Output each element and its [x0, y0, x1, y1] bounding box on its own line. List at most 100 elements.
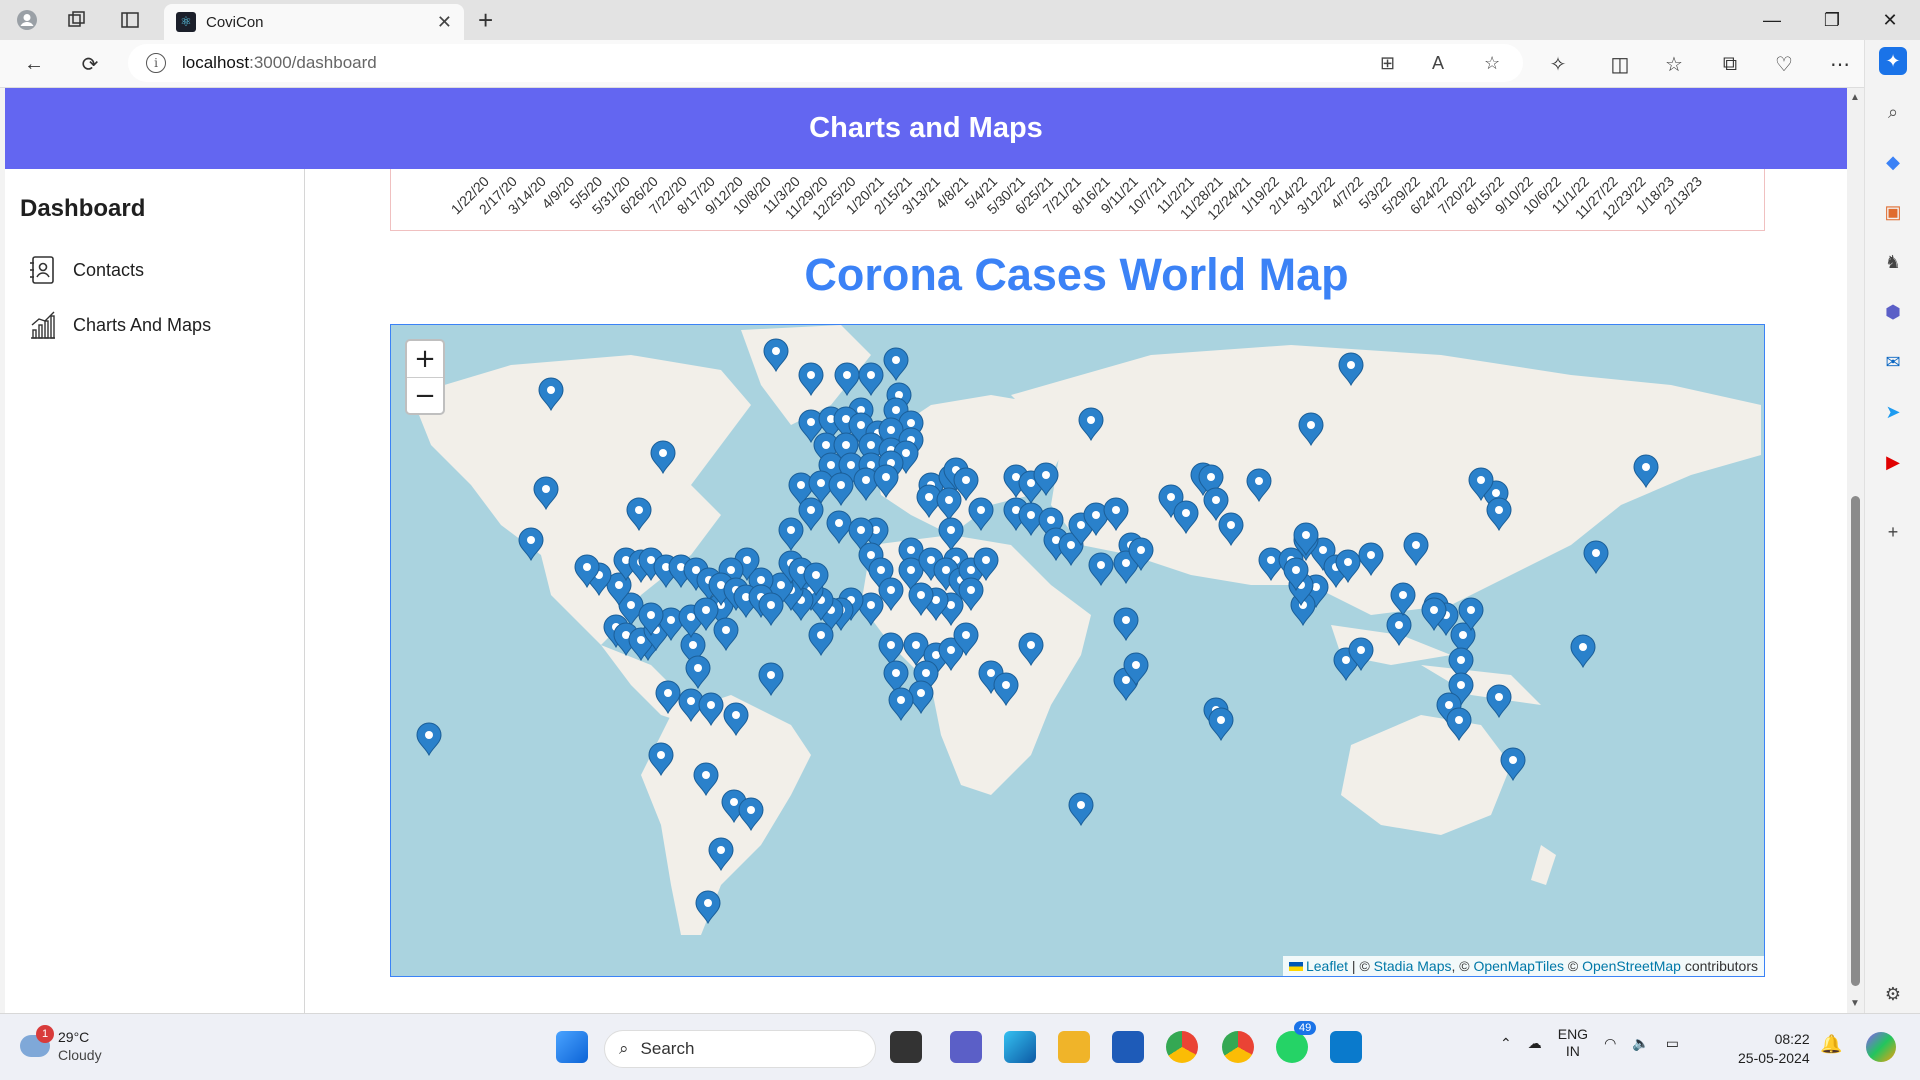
- scrollbar-thumb[interactable]: [1851, 496, 1860, 986]
- browser-toolbar: ← ⟳ i localhost:3000/dashboard ⊞ A ☆ ✧ ◫…: [0, 40, 1920, 88]
- back-icon[interactable]: ←: [20, 50, 48, 78]
- scroll-up-icon[interactable]: ▲: [1850, 92, 1860, 103]
- task-view-icon[interactable]: [890, 1031, 922, 1063]
- shopping-icon[interactable]: ◆: [1879, 148, 1907, 176]
- url-text: localhost:3000/dashboard: [182, 53, 377, 72]
- collections-icon[interactable]: ⧉: [1716, 50, 1744, 78]
- openmaptiles-link[interactable]: OpenMapTiles: [1473, 958, 1564, 974]
- microsoft-365-icon[interactable]: ⬢: [1879, 298, 1907, 326]
- onedrive-icon[interactable]: ☁: [1528, 1035, 1542, 1052]
- search-icon[interactable]: ⌕: [1879, 98, 1907, 126]
- new-tab-button[interactable]: +: [478, 6, 493, 34]
- stadia-link[interactable]: Stadia Maps: [1374, 958, 1452, 974]
- clock-date: 25-05-2024: [1738, 1050, 1810, 1066]
- clock-time: 08:22: [1774, 1031, 1810, 1047]
- vscode-icon[interactable]: [1330, 1031, 1362, 1063]
- weather-temp: 29°C: [58, 1029, 90, 1045]
- wifi-icon[interactable]: ◠: [1604, 1035, 1616, 1052]
- chrome-icon[interactable]: [1166, 1031, 1198, 1063]
- read-aloud-icon[interactable]: A: [1432, 53, 1444, 74]
- chart-icon: [31, 311, 55, 339]
- workspaces-icon[interactable]: [64, 7, 90, 33]
- extensions-icon[interactable]: ✧: [1544, 50, 1572, 78]
- map-attribution: Leaflet | © Stadia Maps, © OpenMapTiles …: [1282, 956, 1764, 976]
- map-title: Corona Cases World Map: [804, 249, 1349, 300]
- address-bar[interactable]: i localhost:3000/dashboard ⊞ A ☆: [128, 44, 1523, 82]
- close-icon[interactable]: ✕: [437, 12, 452, 33]
- tab-covicon[interactable]: ⚛ CoviCon ✕: [164, 4, 464, 40]
- profile-icon[interactable]: [14, 7, 40, 33]
- favorites-icon[interactable]: ☆: [1660, 50, 1688, 78]
- app-header: Charts and Maps: [5, 88, 1847, 169]
- windows-start-icon[interactable]: [556, 1031, 588, 1063]
- sidebar-title: Dashboard: [20, 195, 146, 222]
- favorite-star-icon[interactable]: ☆: [1484, 53, 1500, 74]
- microsoft-store-icon[interactable]: [1112, 1031, 1144, 1063]
- map-tiles: [391, 325, 1764, 976]
- system-tray: ⌃ ☁ ENG IN ◠ 🔈 ▭: [1500, 1026, 1679, 1060]
- windows-taskbar: 1 29°C Cloudy ⌕ Search 49 ⌃ ☁ ENG IN ◠ 🔈 ▭…: [0, 1013, 1920, 1080]
- notification-bell-icon[interactable]: 🔔: [1820, 1034, 1844, 1058]
- youtube-icon[interactable]: ▶: [1879, 448, 1907, 476]
- zoom-out-button[interactable]: −: [407, 377, 443, 413]
- tab-title: CoviCon: [206, 13, 264, 31]
- settings-gear-icon[interactable]: ⚙: [1879, 980, 1907, 1008]
- clock[interactable]: 08:22 25-05-2024: [1738, 1030, 1810, 1068]
- react-icon: ⚛: [176, 12, 196, 32]
- notification-badge: 1: [36, 1025, 54, 1043]
- more-icon[interactable]: ⋯: [1826, 50, 1854, 78]
- openstreetmap-link[interactable]: OpenStreetMap: [1582, 958, 1681, 974]
- browser-tab-strip: ⚛ CoviCon ✕ + — ❐ ✕: [0, 0, 1920, 40]
- refresh-icon[interactable]: ⟳: [76, 50, 104, 78]
- telegram-icon[interactable]: ➤: [1879, 398, 1907, 426]
- world-map[interactable]: + − Leaflet | © Stadia Maps, © OpenMapTi…: [390, 324, 1765, 977]
- volume-icon[interactable]: 🔈: [1632, 1035, 1649, 1052]
- edge-sidebar: ✦ ⌕ ◆ ▣ ♞ ⬢ ✉ ➤ ▶ + ⚙: [1864, 40, 1920, 1013]
- add-icon[interactable]: +: [1879, 518, 1907, 546]
- contacts-icon: [30, 256, 54, 284]
- weather-widget[interactable]: 1 29°C Cloudy: [20, 1025, 102, 1064]
- search-placeholder: Search: [640, 1039, 695, 1058]
- window-close-icon[interactable]: ✕: [1862, 4, 1918, 36]
- leaflet-link[interactable]: Leaflet: [1306, 958, 1348, 974]
- split-screen-icon[interactable]: ◫: [1606, 50, 1634, 78]
- tools-icon[interactable]: ▣: [1879, 198, 1907, 226]
- zoom-control: + −: [405, 339, 445, 415]
- taskbar-search[interactable]: ⌕ Search: [604, 1030, 876, 1068]
- sidebar-item-label: Contacts: [73, 259, 145, 280]
- sidebar: Dashboard Contacts Charts And Maps: [5, 169, 305, 1013]
- search-icon: ⌕: [619, 1039, 629, 1058]
- games-icon[interactable]: ♞: [1879, 248, 1907, 276]
- scroll-down-icon[interactable]: ▼: [1850, 998, 1860, 1009]
- weather-desc: Cloudy: [58, 1047, 102, 1063]
- teams-icon[interactable]: [950, 1031, 982, 1063]
- chrome-profile-icon[interactable]: [1222, 1031, 1254, 1063]
- language-indicator[interactable]: ENG IN: [1558, 1026, 1588, 1060]
- chevron-up-icon[interactable]: ⌃: [1500, 1035, 1512, 1052]
- sidebar-item-charts-and-maps[interactable]: Charts And Maps: [29, 310, 211, 340]
- cloud-icon: 1: [20, 1025, 54, 1057]
- cases-chart-xaxis: 1/22/20 2/17/20 3/14/20 4/9/20 5/5/20 5/31/20…: [390, 169, 1765, 231]
- battery-icon[interactable]: ▭: [1666, 1035, 1679, 1052]
- page-title: Charts and Maps: [809, 112, 1043, 144]
- copilot-taskbar-icon[interactable]: [1866, 1032, 1896, 1062]
- file-explorer-icon[interactable]: [1058, 1031, 1090, 1063]
- sidebar-item-label: Charts And Maps: [73, 314, 212, 335]
- whatsapp-badge: 49: [1294, 1021, 1317, 1035]
- copilot-icon[interactable]: ✦: [1879, 47, 1907, 75]
- zoom-in-button[interactable]: +: [407, 341, 443, 377]
- sidebar-item-contacts[interactable]: Contacts: [29, 255, 144, 285]
- main-content: 1/22/20 2/17/20 3/14/20 4/9/20 5/5/20 5/31/20…: [306, 169, 1847, 1013]
- info-icon[interactable]: i: [146, 53, 166, 73]
- edge-icon[interactable]: [1004, 1031, 1036, 1063]
- page-scrollbar[interactable]: ▲ ▼: [1847, 88, 1864, 1013]
- ukraine-flag-icon: [1288, 962, 1303, 971]
- outlook-icon[interactable]: ✉: [1879, 348, 1907, 376]
- minimize-icon[interactable]: —: [1744, 4, 1800, 36]
- app-available-icon[interactable]: ⊞: [1380, 53, 1395, 74]
- restore-icon[interactable]: ❐: [1804, 4, 1860, 36]
- browser-essentials-icon[interactable]: ♡: [1770, 50, 1798, 78]
- vertical-tabs-icon[interactable]: [117, 7, 143, 33]
- page-viewport: Charts and Maps Dashboard Contacts Chart…: [5, 88, 1847, 1013]
- whatsapp-icon[interactable]: 49: [1276, 1021, 1317, 1063]
